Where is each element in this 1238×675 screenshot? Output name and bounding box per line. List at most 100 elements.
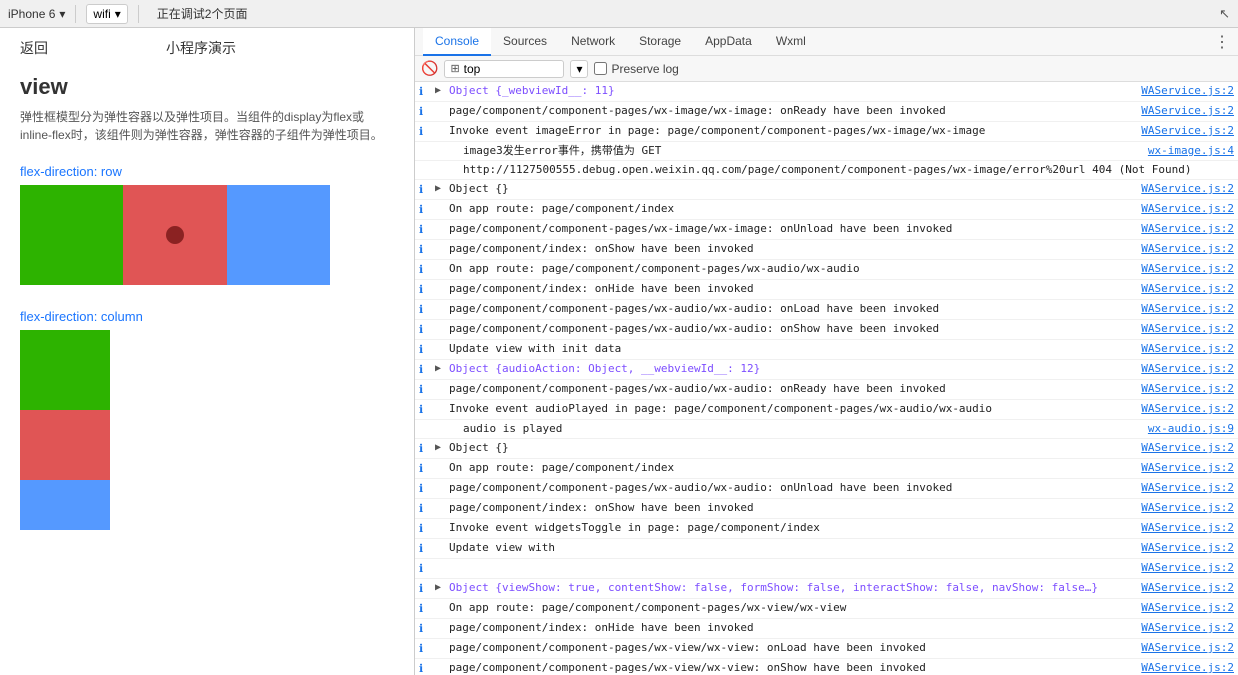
console-source-link[interactable]: WAService.js:2 xyxy=(1133,241,1234,257)
expand-triangle[interactable]: ▶ xyxy=(435,580,447,596)
info-icon: ℹ xyxy=(419,262,433,278)
console-row: ℹ page/component/index: onHide have been… xyxy=(415,619,1238,639)
console-row: ℹ page/component/component-pages/wx-audi… xyxy=(415,300,1238,320)
console-message: page/component/index: onHide have been i… xyxy=(449,620,1133,636)
console-row: ℹ page/component/component-pages/wx-audi… xyxy=(415,320,1238,340)
info-icon: ℹ xyxy=(419,222,433,238)
console-source-link[interactable]: WAService.js:2 xyxy=(1133,620,1234,636)
clear-console-button[interactable]: 🚫 xyxy=(421,60,438,77)
console-source-link[interactable]: WAService.js:2 xyxy=(1133,460,1234,476)
console-row: ℹ page/component/component-pages/wx-audi… xyxy=(415,380,1238,400)
console-source-link[interactable]: WAService.js:2 xyxy=(1133,580,1234,596)
info-icon: ℹ xyxy=(419,601,433,617)
console-row: ℹ Update view withWAService.js:2 xyxy=(415,539,1238,559)
expand-triangle[interactable]: ▶ xyxy=(435,83,447,99)
preserve-log-toggle[interactable]: Preserve log xyxy=(594,62,678,76)
console-message: Invoke event audioPlayed in page: page/c… xyxy=(449,401,1133,417)
tab-sources[interactable]: Sources xyxy=(491,28,559,56)
info-icon: ℹ xyxy=(419,302,433,318)
phone-header: 返回 小程序演示 xyxy=(20,38,394,58)
filter-input-wrapper[interactable]: ⊞ xyxy=(444,60,564,78)
expand-triangle[interactable]: ▶ xyxy=(435,181,447,197)
info-icon: ℹ xyxy=(419,382,433,398)
console-source-link[interactable]: WAService.js:2 xyxy=(1133,520,1234,536)
console-row: ℹ On app route: page/component/indexWASe… xyxy=(415,459,1238,479)
expand-triangle[interactable]: ▶ xyxy=(435,361,447,377)
console-source-link[interactable]: WAService.js:2 xyxy=(1133,301,1234,317)
view-description: 弹性框模型分为弹性容器以及弹性项目。当组件的display为flex或inlin… xyxy=(20,108,394,144)
console-row: ℹ On app route: page/component/component… xyxy=(415,599,1238,619)
console-message: On app route: page/component/index xyxy=(449,460,1133,476)
console-output[interactable]: ℹ▶Object {_webviewId__: 11}WAService.js:… xyxy=(415,82,1238,675)
console-source-link[interactable]: WAService.js:2 xyxy=(1133,221,1234,237)
tab-console[interactable]: Console xyxy=(423,28,491,56)
console-message: page/component/component-pages/wx-audio/… xyxy=(449,301,1133,317)
cursor-tool-icon[interactable]: ↖ xyxy=(1219,6,1230,22)
info-icon: ℹ xyxy=(419,561,433,577)
console-source-link[interactable]: WAService.js:2 xyxy=(1133,500,1234,516)
console-message: page/component/index: onShow have been i… xyxy=(449,241,1133,257)
device-selector[interactable]: iPhone 6 ▾ xyxy=(8,7,65,21)
info-icon: ℹ xyxy=(419,541,433,557)
console-row: ℹ page/component/index: onHide have been… xyxy=(415,280,1238,300)
console-source-link[interactable]: WAService.js:2 xyxy=(1133,123,1234,139)
devtools-more-button[interactable]: ⋮ xyxy=(1214,32,1230,52)
flex-col-demo xyxy=(20,330,110,530)
console-source-link[interactable]: WAService.js:2 xyxy=(1133,83,1234,99)
console-source-link[interactable]: WAService.js:2 xyxy=(1133,341,1234,357)
console-source-link[interactable]: WAService.js:2 xyxy=(1133,321,1234,337)
tab-network[interactable]: Network xyxy=(559,28,627,56)
top-bar: iPhone 6 ▾ wifi ▾ 正在调试2个页面 ↖ xyxy=(0,0,1238,28)
console-row: ℹ▶Object {audioAction: Object, __webview… xyxy=(415,360,1238,380)
tab-appdata[interactable]: AppData xyxy=(693,28,764,56)
expand-triangle[interactable]: ▶ xyxy=(435,440,447,456)
console-row: ℹ page/component/component-pages/wx-audi… xyxy=(415,479,1238,499)
console-source-link[interactable]: WAService.js:2 xyxy=(1133,600,1234,616)
log-level-dropdown[interactable]: ▾ xyxy=(570,60,588,78)
debug-status: 正在调试2个页面 xyxy=(157,5,248,22)
info-icon: ℹ xyxy=(419,501,433,517)
console-row: ℹ page/component/component-pages/wx-view… xyxy=(415,639,1238,659)
console-source-link[interactable]: WAService.js:2 xyxy=(1133,381,1234,397)
console-message: page/component/component-pages/wx-image/… xyxy=(449,221,1133,237)
console-source-link[interactable]: WAService.js:2 xyxy=(1133,261,1234,277)
app-title: 小程序演示 xyxy=(166,38,236,58)
tab-storage[interactable]: Storage xyxy=(627,28,693,56)
tab-wxml[interactable]: Wxml xyxy=(764,28,818,56)
console-row: audio is playedwx-audio.js:9 xyxy=(415,420,1238,439)
console-source-link[interactable]: wx-audio.js:9 xyxy=(1140,421,1234,437)
console-source-link[interactable]: WAService.js:2 xyxy=(1133,201,1234,217)
console-message: page/component/component-pages/wx-image/… xyxy=(449,103,1133,119)
flex-col-blue xyxy=(20,480,110,530)
console-source-link[interactable]: WAService.js:2 xyxy=(1133,540,1234,556)
console-source-link[interactable]: WAService.js:2 xyxy=(1133,660,1234,675)
console-source-link[interactable]: WAService.js:2 xyxy=(1133,281,1234,297)
preserve-log-checkbox[interactable] xyxy=(594,62,607,75)
flex-box-green xyxy=(20,185,123,285)
console-message: On app route: page/component/component-p… xyxy=(449,600,1133,616)
console-message: http://1127500555.debug.open.weixin.qq.c… xyxy=(463,162,1234,178)
console-source-link[interactable]: WAService.js:2 xyxy=(1133,440,1234,456)
network-selector[interactable]: wifi ▾ xyxy=(86,4,127,24)
console-message: page/component/component-pages/wx-audio/… xyxy=(449,381,1133,397)
console-source-link[interactable]: WAService.js:2 xyxy=(1133,181,1234,197)
console-source-link[interactable]: WAService.js:2 xyxy=(1133,401,1234,417)
console-source-link[interactable]: WAService.js:2 xyxy=(1133,103,1234,119)
device-label: iPhone 6 xyxy=(8,7,55,21)
console-source-link[interactable]: WAService.js:2 xyxy=(1133,480,1234,496)
console-message: Invoke event widgetsToggle in page: page… xyxy=(449,520,1133,536)
console-message: On app route: page/component/index xyxy=(449,201,1133,217)
info-icon: ℹ xyxy=(419,322,433,338)
info-icon: ℹ xyxy=(419,481,433,497)
main-layout: 返回 小程序演示 view 弹性框模型分为弹性容器以及弹性项目。当组件的disp… xyxy=(0,28,1238,675)
console-source-link[interactable]: WAService.js:2 xyxy=(1133,361,1234,377)
filter-input[interactable] xyxy=(464,62,559,76)
back-button[interactable]: 返回 xyxy=(20,38,48,58)
console-row: ℹ▶Object {viewShow: true, contentShow: f… xyxy=(415,579,1238,599)
flex-col-label: flex-direction: column xyxy=(20,309,394,324)
console-source-link[interactable]: wx-image.js:4 xyxy=(1140,143,1234,159)
console-source-link[interactable]: WAService.js:2 xyxy=(1133,640,1234,656)
console-row: ℹ On app route: page/component/component… xyxy=(415,260,1238,280)
info-icon: ℹ xyxy=(419,242,433,258)
console-source-link[interactable]: WAService.js:2 xyxy=(1133,560,1234,576)
